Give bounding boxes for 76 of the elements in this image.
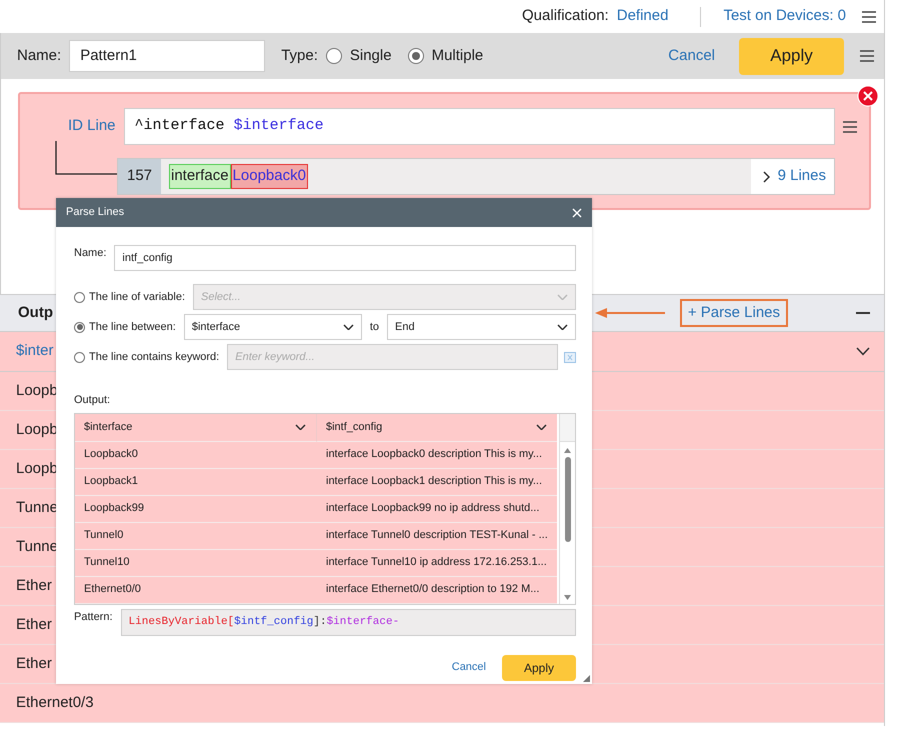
chevron-down-icon[interactable] <box>856 347 870 356</box>
select-value: End <box>395 320 415 335</box>
column-header: $inter <box>16 341 54 362</box>
cancel-link[interactable]: Cancel <box>668 44 715 68</box>
select-value: $interface <box>192 320 240 335</box>
menu-icon[interactable] <box>862 10 876 22</box>
chevron-down-icon[interactable] <box>557 324 568 330</box>
menu-icon[interactable] <box>843 120 857 132</box>
table-cell: interface Tunnel10 ip address 172.16.253.1... <box>317 550 557 576</box>
name-field[interactable]: Pattern1 <box>69 40 266 72</box>
name-field[interactable]: intf_config <box>114 245 576 271</box>
name-label: Name: <box>17 46 62 66</box>
radio-button[interactable] <box>408 48 424 64</box>
resize-grip-icon[interactable] <box>583 675 590 682</box>
table-cell: Ethernet0/0 <box>75 576 317 604</box>
table-cell: interface Loopback99 no ip address shutd... <box>317 496 557 522</box>
chevron-right-icon <box>762 170 770 182</box>
qualification-link[interactable]: Defined <box>616 5 668 28</box>
table-cell: interface Loopback1 description This is my... <box>317 468 557 496</box>
scrollbar[interactable] <box>559 414 575 604</box>
collapse-icon[interactable] <box>856 311 870 315</box>
qualification-label: Qualification: <box>522 6 609 26</box>
chevron-down-icon[interactable] <box>295 424 306 430</box>
test-devices-link[interactable]: Test on Devices: 0 <box>723 5 846 28</box>
radio-label[interactable]: Single <box>350 44 392 68</box>
lines-link[interactable]: 9 Lines <box>750 159 834 194</box>
radio-label[interactable]: Multiple <box>432 44 484 68</box>
output-title: Outp <box>18 302 54 323</box>
column-header[interactable]: $interface <box>75 414 317 442</box>
id-line-label: ID Line <box>68 116 116 136</box>
column-header[interactable]: $intf_config <box>317 414 557 442</box>
pattern-text: LinesByVariable[$intf_config]:$interface- <box>128 614 400 630</box>
cancel-link[interactable]: Cancel <box>452 659 486 676</box>
placeholder-text: Select... <box>201 290 241 305</box>
pattern-label: Pattern: <box>74 610 113 624</box>
close-icon[interactable] <box>857 85 879 107</box>
to-label: to <box>370 320 380 335</box>
radio-button[interactable] <box>326 48 342 64</box>
parse-lines-link[interactable]: + Parse Lines <box>680 298 788 328</box>
apply-button[interactable]: Apply <box>739 38 844 74</box>
table-cell: Loopback99 <box>75 496 317 522</box>
scrollbar-thumb[interactable] <box>564 456 570 542</box>
scroll-up-icon[interactable] <box>564 448 571 452</box>
line-number: 157 <box>118 159 161 194</box>
radio-button[interactable] <box>74 322 85 332</box>
name-label: Name: <box>74 246 106 261</box>
match-highlight: Loopback0 <box>230 164 308 189</box>
column-title: $intf_config <box>326 420 382 435</box>
pattern-field[interactable]: ^interface $interface <box>124 108 835 145</box>
table-cell: Tunnel10 <box>75 550 317 576</box>
pattern-text: ^interface $interface <box>134 116 324 136</box>
from-select[interactable]: $interface <box>184 314 362 340</box>
chevron-down-icon[interactable] <box>536 424 547 430</box>
arrow-left-icon <box>594 307 665 319</box>
dialog-title: Parse Lines <box>66 205 124 220</box>
option-label[interactable]: The line between: <box>89 318 176 336</box>
apply-button[interactable]: Apply <box>502 654 576 680</box>
table-cell: Ethernet0/3 <box>0 684 884 723</box>
table-cell: Loopback1 <box>75 468 317 496</box>
table-cell: Tunnel0 <box>75 522 317 550</box>
match-highlight: interface <box>169 164 231 189</box>
table-cell: interface Loopback0 description This is my... <box>317 442 557 468</box>
column-title: $interface <box>84 420 132 435</box>
scroll-down-icon[interactable] <box>564 594 571 600</box>
pattern-field[interactable]: LinesByVariable[$intf_config]:$interface- <box>120 608 576 636</box>
chevron-down-icon[interactable] <box>342 324 354 330</box>
table-cell: Loopback0 <box>75 442 317 468</box>
type-label: Type: <box>281 46 318 66</box>
table-cell: interface Ethernet0/0 description to 192 M... <box>317 576 557 604</box>
to-select[interactable]: End <box>387 314 576 340</box>
scrollbar-corner <box>560 414 575 442</box>
close-icon[interactable] <box>572 208 582 218</box>
menu-icon[interactable] <box>860 50 874 62</box>
table-cell: interface Tunnel0 description TEST-Kunal - ... <box>317 522 557 550</box>
output-label: Output: <box>74 393 112 408</box>
placeholder-text: Enter keyword... <box>235 350 315 365</box>
